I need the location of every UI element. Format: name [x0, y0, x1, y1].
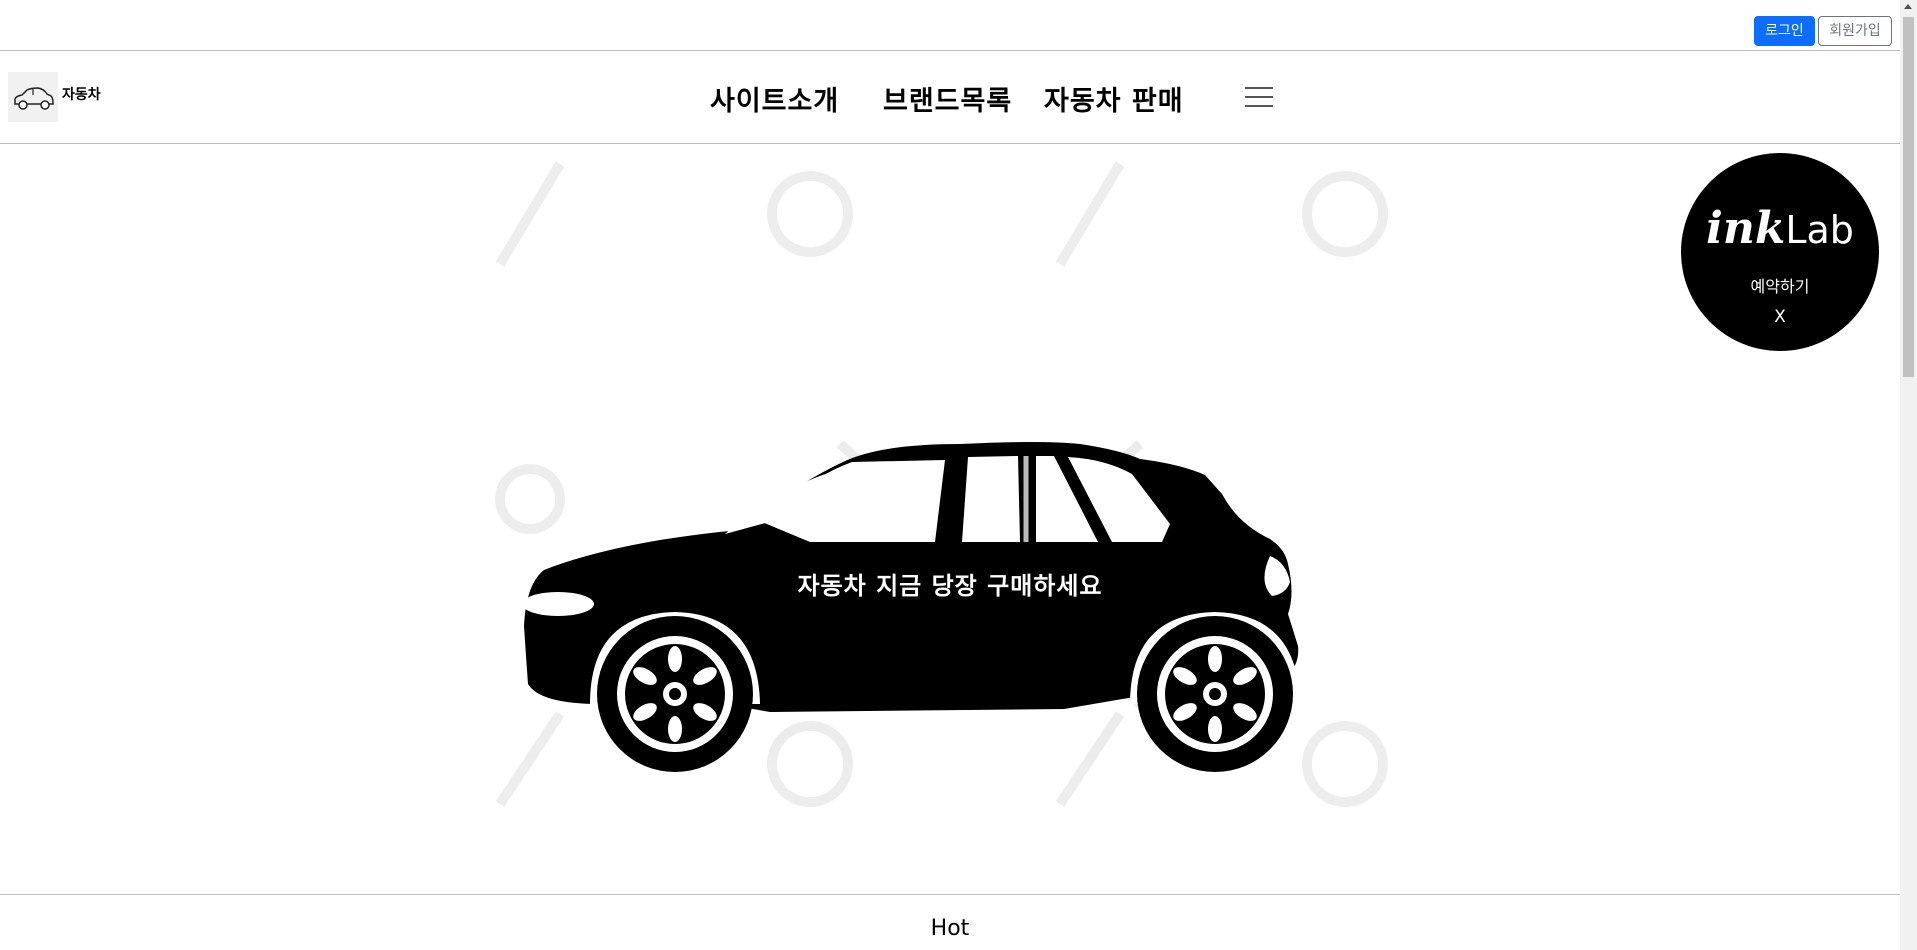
car-silhouette-image [495, 161, 1388, 807]
front-wheel [597, 616, 753, 772]
nav-link-site-intro[interactable]: 사이트소개 [710, 79, 839, 118]
scrollbar-thumb[interactable] [1903, 17, 1914, 377]
hot-section-title: Hot [930, 916, 970, 941]
inklab-ad-popup: inkLab 예약하기 X [1681, 153, 1879, 351]
ad-brand-lab: Lab [1785, 208, 1854, 252]
hamburger-icon[interactable] [1245, 85, 1273, 109]
nav-link-car-sales[interactable]: 자동차 판매 [1044, 79, 1184, 118]
close-ad-button[interactable]: X [1681, 307, 1879, 327]
nav-link-brand-list[interactable]: 브랜드목록 [883, 79, 1012, 118]
signup-button[interactable]: 회원가입 [1818, 16, 1892, 46]
hero-banner: 자동차 지금 당장 구매하세요 [0, 144, 1900, 894]
auth-bar: 로그인 회원가입 [0, 0, 1900, 51]
logo[interactable] [8, 72, 58, 122]
reserve-link[interactable]: 예약하기 [1681, 273, 1879, 297]
page-scrollbar[interactable] [1900, 0, 1917, 950]
hero-headline: 자동차 지금 당장 구매하세요 [797, 572, 1103, 600]
login-button[interactable]: 로그인 [1754, 16, 1815, 46]
page: 로그인 회원가입 자동차 사이트소개 브랜드목록 자동차 판매 자동차 지금 당… [0, 0, 1917, 950]
rear-wheel [1137, 616, 1293, 772]
ad-brand-ink: ink [1706, 203, 1786, 254]
car-logo-icon [14, 87, 54, 110]
section-divider [0, 894, 1900, 895]
logo-text[interactable]: 자동차 [62, 84, 101, 104]
main-nav: 자동차 사이트소개 브랜드목록 자동차 판매 [0, 51, 1900, 144]
inklab-logo: inkLab [1681, 203, 1879, 254]
scroll-up-arrow-icon[interactable] [1904, 4, 1912, 9]
